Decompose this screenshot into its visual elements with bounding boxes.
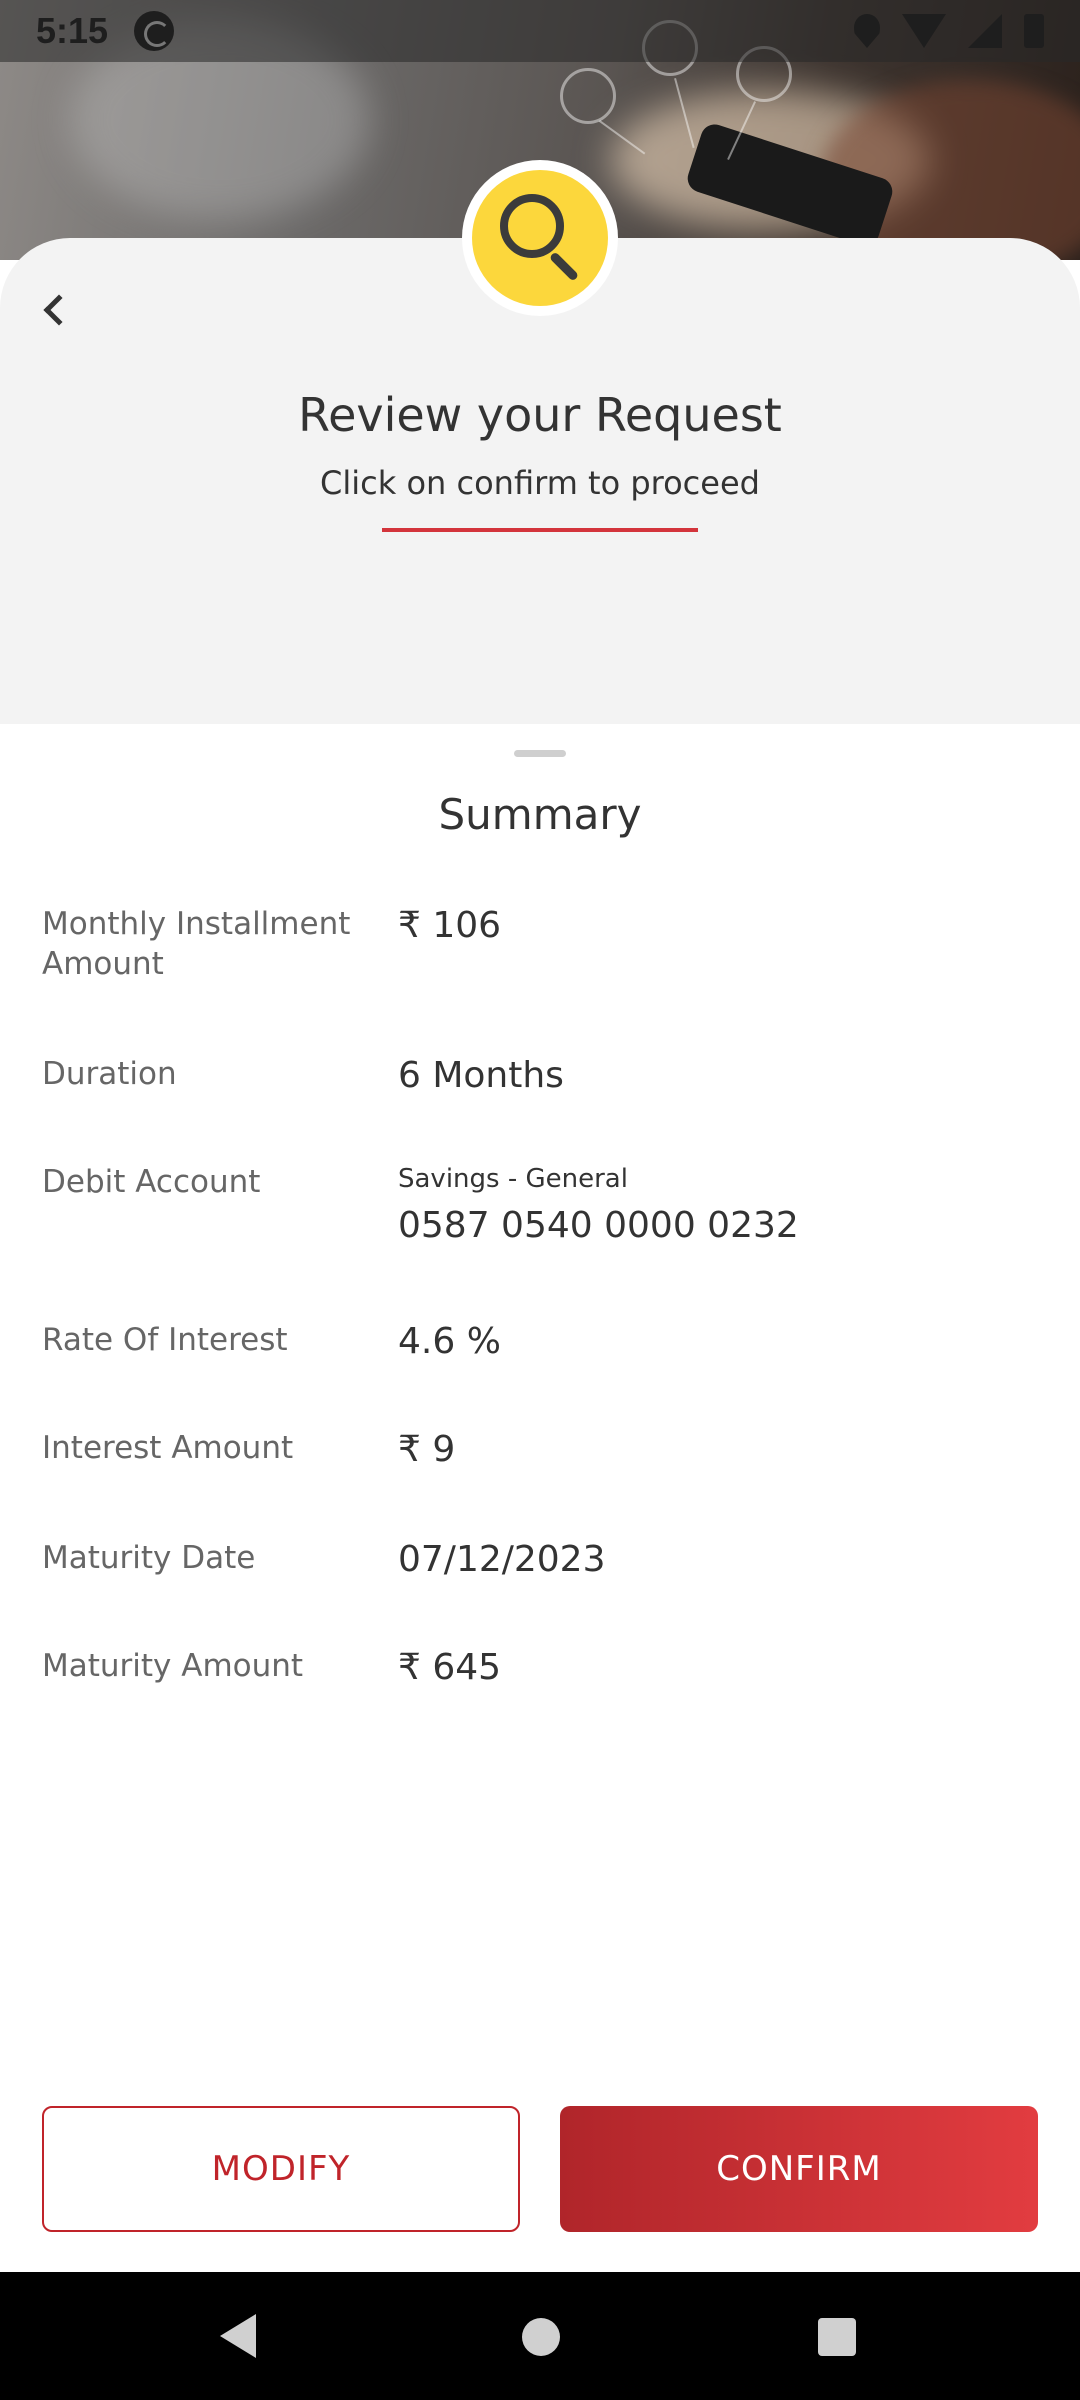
- location-icon: [854, 14, 880, 48]
- search-icon: [472, 170, 608, 306]
- row-label: Monthly Installment Amount: [42, 906, 351, 982]
- status-bar: 5:15: [0, 0, 1080, 62]
- row-value: 4.6 %: [398, 1321, 501, 1362]
- signal-icon: [968, 14, 1002, 48]
- row-value: ₹ 645: [398, 1647, 502, 1688]
- row-value: ₹ 106: [398, 905, 502, 946]
- wifi-icon: [902, 14, 946, 48]
- account-number: 0587 0540 0000 0232: [398, 1205, 799, 1246]
- row-value: Savings - General 0587 0540 0000 0232: [398, 1162, 799, 1248]
- recents-icon[interactable]: [818, 2318, 856, 2356]
- row-label: Interest Amount: [42, 1430, 294, 1466]
- row-label: Rate Of Interest: [42, 1322, 288, 1358]
- row-value: 6 Months: [398, 1055, 564, 1096]
- account-type: Savings - General: [398, 1164, 628, 1194]
- summary-title: Summary: [438, 790, 642, 839]
- home-icon[interactable]: [522, 2318, 560, 2356]
- row-label: Maturity Date: [42, 1540, 256, 1576]
- summary-sheet: Summary Monthly Installment Amount ₹ 106…: [0, 724, 1080, 2272]
- row-label: Maturity Amount: [42, 1648, 304, 1684]
- row-value: ₹ 9: [398, 1429, 456, 1470]
- chevron-left-icon: [43, 294, 75, 326]
- bank-icon: [560, 68, 616, 124]
- system-nav-bar: [0, 2272, 1080, 2400]
- page-title: Review your Request: [298, 388, 782, 442]
- modify-button[interactable]: MODIFY: [42, 2106, 520, 2232]
- row-label: Debit Account: [42, 1164, 261, 1200]
- back-icon[interactable]: [220, 2314, 256, 2358]
- confirm-button[interactable]: CONFIRM: [560, 2106, 1038, 2232]
- row-value: 07/12/2023: [398, 1539, 606, 1580]
- row-label: Duration: [42, 1056, 177, 1092]
- search-badge: [462, 160, 618, 316]
- battery-icon: [1024, 14, 1044, 48]
- app-sync-icon: [134, 11, 175, 51]
- title-underline: [382, 528, 698, 532]
- status-time: 5:15: [36, 10, 109, 51]
- back-button[interactable]: [30, 285, 80, 335]
- page-subtitle: Click on confirm to proceed: [320, 464, 760, 502]
- drag-handle[interactable]: [514, 750, 566, 757]
